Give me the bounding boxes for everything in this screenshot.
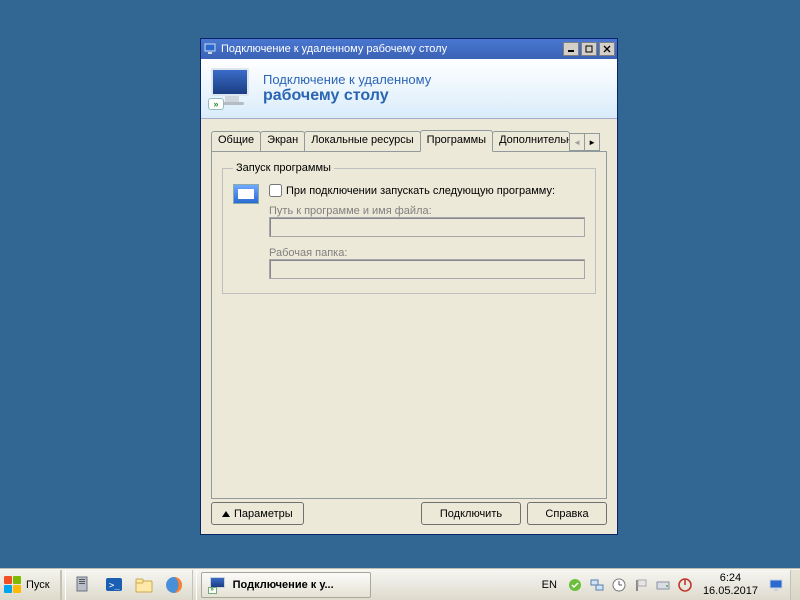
taskbar-app-label: Подключение к у... <box>233 579 334 591</box>
tab-page-programs: Запуск программы При подключении запуска… <box>211 151 607 499</box>
language-indicator[interactable]: EN <box>538 579 561 591</box>
tab-local[interactable]: Локальные ресурсы <box>304 131 420 151</box>
tab-general[interactable]: Общие <box>211 131 261 151</box>
working-folder-input <box>269 259 585 279</box>
tray-power-icon[interactable] <box>677 577 693 593</box>
minimize-button[interactable] <box>563 42 579 56</box>
windows-logo-icon <box>4 576 22 594</box>
remote-desktop-icon: » <box>211 68 253 110</box>
system-tray: EN 6:24 16.05.2017 <box>532 572 790 598</box>
explorer-icon[interactable] <box>132 573 156 597</box>
tray-flag-icon[interactable] <box>633 577 649 593</box>
working-folder-label: Рабочая папка: <box>269 247 585 259</box>
start-program-checkbox[interactable] <box>269 184 282 197</box>
clock-time: 6:24 <box>703 572 758 585</box>
tray-network-icon[interactable] <box>589 577 605 593</box>
start-label: Пуск <box>26 579 50 591</box>
program-path-label: Путь к программе и имя файла: <box>269 205 585 217</box>
dialog-body: Общие Экран Локальные ресурсы Программы … <box>201 119 617 507</box>
dialog-button-row: Параметры Подключить Справка <box>211 502 607 525</box>
program-path-input <box>269 217 585 237</box>
server-manager-icon[interactable] <box>72 573 96 597</box>
window-title: Подключение к удаленному рабочему столу <box>221 43 447 55</box>
help-label: Справка <box>545 508 588 520</box>
banner-line1: Подключение к удаленному <box>263 72 431 87</box>
group-title: Запуск программы <box>233 162 334 174</box>
start-button[interactable]: Пуск <box>0 570 61 600</box>
show-desktop-button[interactable] <box>790 570 800 600</box>
options-label: Параметры <box>234 508 293 520</box>
connect-button[interactable]: Подключить <box>421 502 521 525</box>
tab-advanced[interactable]: Дополнительн <box>492 131 570 151</box>
chevron-up-icon <box>222 511 230 517</box>
tray-safely-remove-icon[interactable] <box>567 577 583 593</box>
program-launch-group: Запуск программы При подключении запуска… <box>222 162 596 294</box>
rdp-app-icon: » <box>210 577 228 593</box>
tab-display[interactable]: Экран <box>260 131 305 151</box>
powershell-icon[interactable]: >_ <box>102 573 126 597</box>
connect-label: Подключить <box>440 508 502 520</box>
start-program-label: При подключении запускать следующую прог… <box>286 185 555 197</box>
tray-screen-icon[interactable] <box>768 577 784 593</box>
quick-launch: >_ <box>66 573 192 597</box>
program-icon <box>233 184 259 204</box>
rdp-app-icon <box>203 42 217 56</box>
tray-drive-icon[interactable] <box>655 577 671 593</box>
taskbar-app-button[interactable]: » Подключение к у... <box>201 572 371 598</box>
window-titlebar[interactable]: Подключение к удаленному рабочему столу <box>201 39 617 59</box>
svg-text:>_: >_ <box>109 581 120 591</box>
tab-scroll-right-button[interactable]: ► <box>584 133 600 151</box>
tab-scroll-left-button[interactable]: ◄ <box>569 133 585 151</box>
close-button[interactable] <box>599 42 615 56</box>
help-button[interactable]: Справка <box>527 502 607 525</box>
banner-line2: рабочему столу <box>263 87 431 105</box>
dialog-banner: » Подключение к удаленному рабочему стол… <box>201 59 617 119</box>
tab-strip: Общие Экран Локальные ресурсы Программы … <box>211 129 607 151</box>
options-button[interactable]: Параметры <box>211 502 304 525</box>
taskbar-clock[interactable]: 6:24 16.05.2017 <box>699 572 762 598</box>
maximize-button[interactable] <box>581 42 597 56</box>
taskbar: Пуск >_ » Подключение к у... EN <box>0 568 800 600</box>
rdp-dialog-window: Подключение к удаленному рабочему столу … <box>200 38 618 535</box>
tray-clock-icon[interactable] <box>611 577 627 593</box>
tab-programs[interactable]: Программы <box>420 130 493 152</box>
firefox-icon[interactable] <box>162 573 186 597</box>
clock-date: 16.05.2017 <box>703 585 758 598</box>
